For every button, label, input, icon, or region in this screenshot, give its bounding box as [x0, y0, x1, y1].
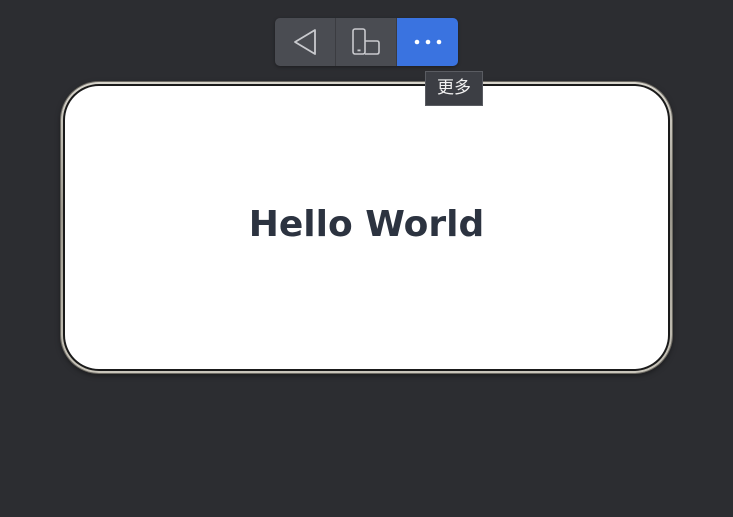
phone-bezel: Hello World — [63, 84, 670, 371]
preview-stage: 更多 Hello World — [0, 0, 733, 517]
more-tooltip: 更多 — [425, 71, 483, 106]
phone-device-frame: Hello World — [61, 82, 672, 373]
preview-toolbar — [275, 18, 458, 66]
back-triangle-icon — [294, 29, 316, 55]
hello-world-text: Hello World — [248, 204, 485, 245]
rotate-device-button[interactable] — [336, 18, 397, 66]
more-dots-icon — [414, 39, 441, 45]
back-button[interactable] — [275, 18, 336, 66]
more-button[interactable] — [397, 18, 458, 66]
phone-screen: Hello World — [65, 86, 668, 369]
device-rotate-icon — [352, 28, 380, 55]
